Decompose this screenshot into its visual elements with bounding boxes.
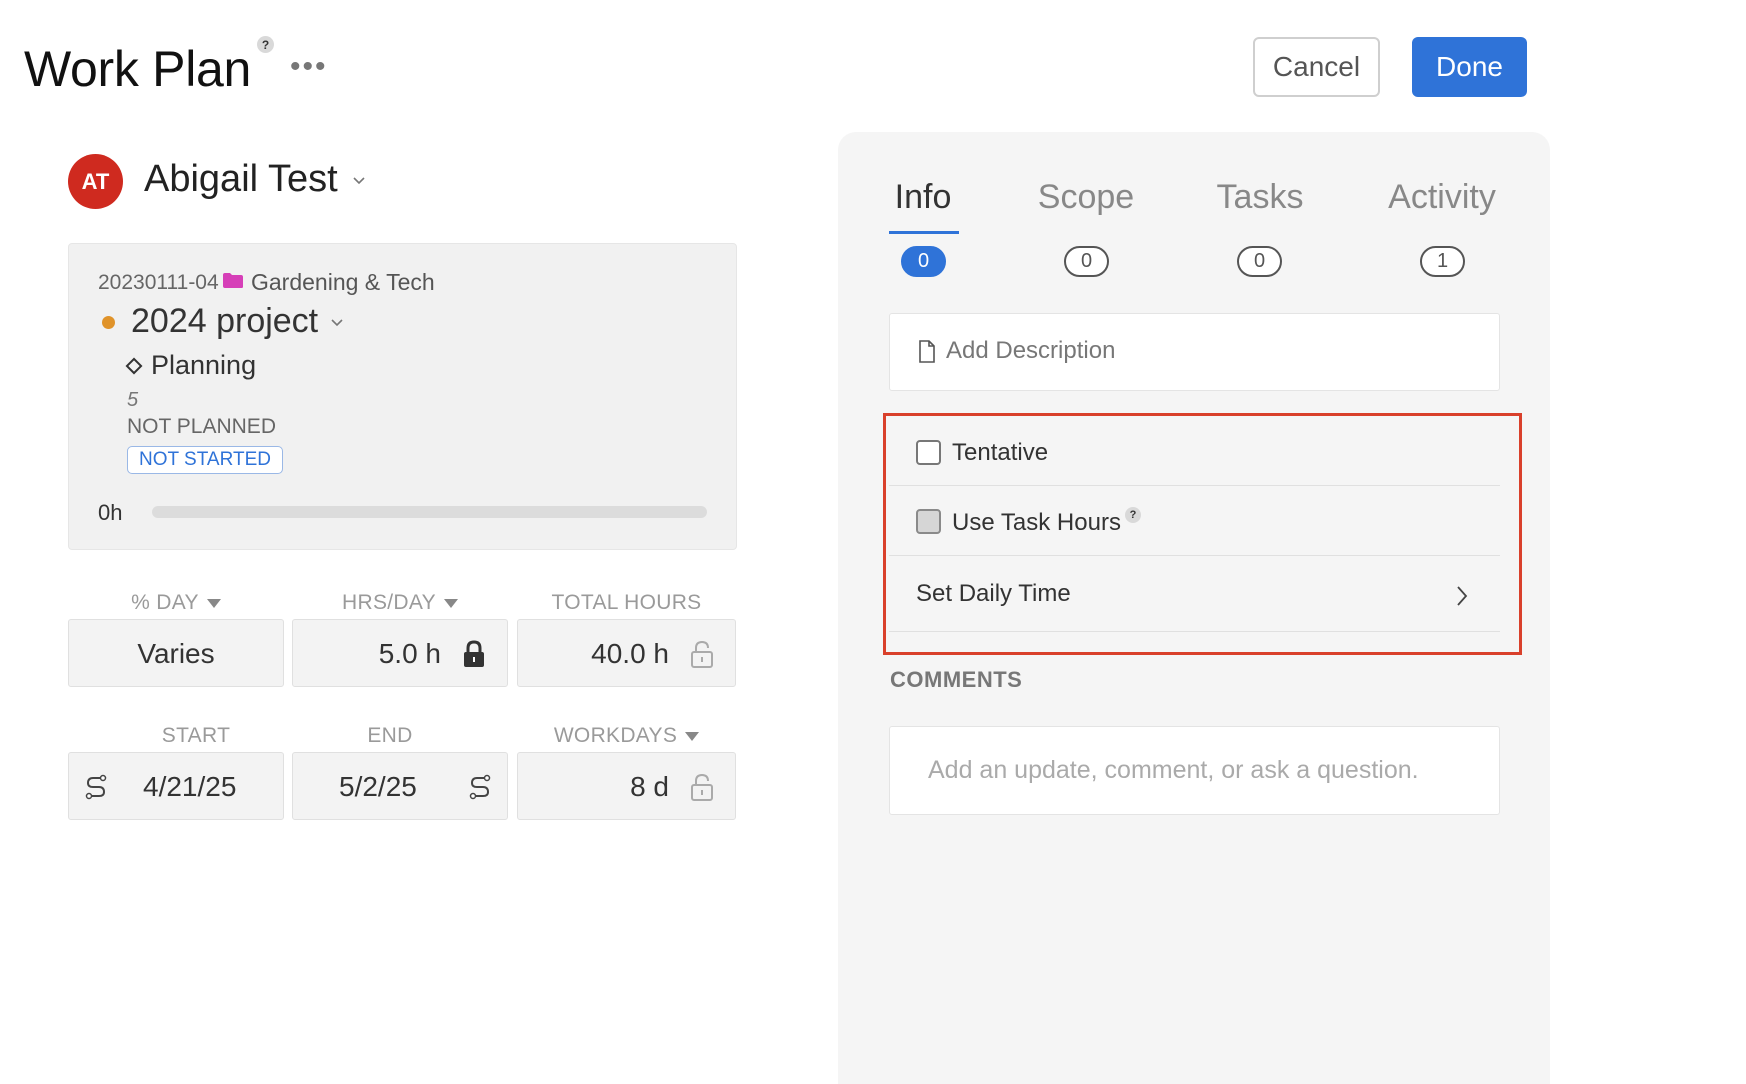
project-code: 20230111-04 (98, 271, 219, 294)
workdays-field[interactable]: 8 d (517, 752, 736, 820)
start-date-value: 4/21/25 (143, 771, 237, 802)
dependency-link-icon[interactable] (85, 773, 107, 801)
caret-down-icon (443, 598, 458, 608)
divider (889, 631, 1500, 632)
lock-closed-icon[interactable] (462, 640, 486, 668)
tab-activity[interactable]: Activity (1372, 178, 1512, 217)
divider (889, 555, 1500, 556)
start-date-field[interactable]: 4/21/25 (68, 752, 284, 820)
add-description-label[interactable]: Add Description (946, 337, 1115, 365)
lock-open-icon[interactable] (690, 773, 714, 801)
folder-icon (223, 273, 243, 288)
chevron-down-icon[interactable] (330, 318, 344, 328)
cancel-button[interactable]: Cancel (1253, 37, 1380, 97)
divider (889, 485, 1500, 486)
member-name[interactable]: Abigail Test (144, 158, 338, 201)
project-number: 5 (127, 389, 139, 411)
hours-progress-bar (152, 506, 707, 518)
help-icon[interactable]: ? (1125, 507, 1141, 523)
lock-open-icon[interactable] (690, 640, 714, 668)
workdays-label[interactable]: WORKDAYS (517, 724, 736, 748)
tasks-count-badge: 0 (1237, 246, 1282, 277)
end-date-value: 5/2/25 (339, 771, 417, 802)
dependency-link-icon[interactable] (469, 773, 491, 801)
tab-scope[interactable]: Scope (1026, 178, 1146, 217)
tab-info[interactable]: Info (873, 178, 973, 217)
comment-box[interactable] (889, 726, 1500, 815)
caret-down-icon (206, 598, 221, 608)
hrs-day-label[interactable]: HRS/DAY (292, 591, 508, 615)
comments-heading: COMMENTS (890, 667, 1023, 692)
hours-used: 0h (98, 500, 123, 525)
total-hours-label: TOTAL HOURS (551, 591, 702, 614)
tentative-checkbox[interactable] (916, 440, 941, 465)
project-name[interactable]: 2024 project (131, 302, 318, 341)
start-label: START (161, 724, 231, 747)
workdays-value: 8 d (630, 771, 669, 802)
total-hours-value: 40.0 h (591, 638, 669, 669)
hrs-day-field[interactable]: 5.0 h (292, 619, 508, 687)
help-icon[interactable]: ? (257, 36, 274, 53)
plan-status: NOT PLANNED (127, 415, 276, 438)
avatar: AT (68, 154, 123, 209)
pct-day-field[interactable]: Varies (68, 619, 284, 687)
page-title: Work Plan (24, 41, 252, 97)
more-options-icon[interactable]: ••• (290, 52, 328, 82)
document-icon (919, 340, 935, 363)
total-hours-field[interactable]: 40.0 h (517, 619, 736, 687)
activity-count-badge: 1 (1420, 246, 1465, 277)
use-task-hours-label[interactable]: Use Task Hours (952, 509, 1121, 537)
done-button[interactable]: Done (1412, 37, 1527, 97)
comment-input[interactable] (890, 727, 1499, 814)
caret-down-icon (685, 731, 700, 741)
chevron-right-icon[interactable] (1456, 585, 1468, 607)
project-client: Gardening & Tech (251, 269, 435, 295)
phase-name: Planning (151, 350, 257, 380)
pct-day-value: Varies (137, 638, 215, 669)
set-daily-time-label[interactable]: Set Daily Time (916, 580, 1071, 608)
end-label: END (367, 724, 413, 747)
info-count-badge: 0 (901, 246, 946, 277)
project-status-dot (102, 316, 115, 329)
scope-count-badge: 0 (1064, 246, 1109, 277)
pct-day-label[interactable]: % DAY (68, 591, 284, 615)
tentative-label[interactable]: Tentative (952, 439, 1048, 467)
end-date-field[interactable]: 5/2/25 (292, 752, 508, 820)
active-tab-indicator (889, 231, 959, 234)
tab-tasks[interactable]: Tasks (1200, 178, 1320, 217)
status-badge[interactable]: NOT STARTED (127, 446, 283, 474)
use-task-hours-checkbox[interactable] (916, 509, 941, 534)
chevron-down-icon[interactable] (352, 176, 366, 186)
hrs-day-value: 5.0 h (378, 638, 441, 669)
